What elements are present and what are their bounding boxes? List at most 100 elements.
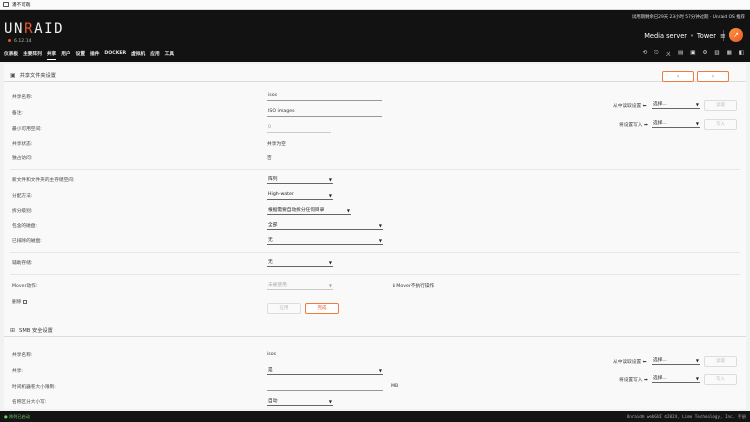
chevron-down-icon: ▼ — [328, 283, 332, 288]
excluded-disks-select[interactable]: 无 ▼ — [267, 237, 383, 245]
folder-icon — [3, 2, 9, 7]
allocation-method-select[interactable]: High-water ▼ — [267, 192, 333, 200]
arrow-left-icon: ⬅ — [642, 104, 647, 109]
help-icon[interactable]: ▦ — [727, 50, 732, 58]
done-button[interactable]: 完成 — [305, 303, 339, 314]
smb-settings-header: ⊞ SMB 安全设置 — [4, 325, 746, 337]
smb-read-button[interactable]: 读取 — [704, 356, 737, 367]
toolbar-icons: ⟲ ⎋ ㄨ ▤ ▣ ⚙ ▥ ▦ ◧ — [643, 50, 744, 58]
feedback-icon[interactable]: ▤ — [678, 50, 683, 58]
trial-notice[interactable]: 试用期剩余已29天 23小时 57分钟过期 · Unraid OS 推荐 — [632, 14, 745, 20]
status-footer: ● 阵列已启动 Unraid® webGUI ©2024, Lime Techn… — [0, 411, 750, 422]
exclusive-access-value: 否 — [267, 156, 272, 161]
copyright[interactable]: Unraid® webGUI ©2024, Lime Technology, I… — [627, 414, 746, 420]
prev-share-button[interactable]: ‹ — [662, 71, 694, 82]
main-nav: 仪表板 主要阵列 共享 用户 设置 插件 DOCKER 虚拟机 应用 工具 — [4, 51, 174, 60]
nav-tools[interactable]: 工具 — [165, 51, 174, 60]
time-machine-limit-field[interactable] — [267, 383, 383, 391]
primary-storage-select[interactable]: 阵列 ▼ — [267, 176, 333, 184]
nav-users[interactable]: 用户 — [61, 51, 70, 60]
chevron-down-icon: ▼ — [346, 208, 350, 213]
split-level-label: 拆分级别: — [12, 209, 33, 214]
comment-field[interactable]: ISO images — [267, 109, 382, 117]
chevron-down-icon: ▼ — [378, 223, 382, 228]
write-button[interactable]: 写入 — [704, 119, 737, 130]
chevron-down-icon: ▼ — [378, 368, 382, 373]
chevron-down-icon: ▼ — [695, 358, 699, 363]
chevron-down-icon: ▼ — [328, 177, 332, 182]
menu-icon[interactable]: ≡ — [720, 32, 726, 40]
next-share-button[interactable]: › — [697, 71, 729, 82]
case-sensitive-label: 名称区分大小写: — [12, 400, 47, 405]
read-settings-select[interactable]: 选择... ▼ — [652, 101, 700, 109]
nav-settings[interactable]: 设置 — [76, 51, 85, 60]
apply-button[interactable]: 应用 — [267, 303, 301, 314]
array-status: ● 阵列已启动 — [4, 413, 30, 419]
share-status-value: 共享为空 — [267, 142, 286, 147]
mover-note: ℹ Mover不执行操作 — [393, 284, 435, 289]
chevron-down-icon: ▼ — [695, 121, 699, 126]
included-disks-select[interactable]: 全部 ▼ — [267, 222, 383, 230]
mb-unit: MB — [391, 384, 399, 389]
refresh-icon[interactable]: ⟲ — [643, 50, 648, 58]
chevron-down-icon: ▼ — [695, 102, 699, 107]
nav-shares[interactable]: 共享 — [46, 51, 57, 60]
nav-vms[interactable]: 虚拟机 — [131, 51, 145, 60]
write-settings-label: 将设置写入 ➡ — [619, 123, 648, 128]
mover-action-select[interactable]: 未被使用 ▼ — [267, 282, 333, 290]
arrow-right-icon: ➡ — [643, 123, 648, 128]
min-free-label: 最小可用空间: — [12, 127, 42, 132]
divider — [10, 274, 740, 275]
share-status-label: 共享状态: — [12, 142, 33, 147]
case-sensitive-select[interactable]: 自动 ▼ — [267, 398, 333, 406]
smb-export-select[interactable]: 是 ▼ — [267, 367, 383, 375]
share-name-field[interactable]: isos — [267, 93, 382, 101]
included-disks-label: 包含的磁盘: — [12, 224, 38, 229]
read-button[interactable]: 读取 — [704, 100, 737, 111]
primary-storage-label: 新文件和文件夹的主存储空间: — [12, 178, 75, 183]
min-free-field[interactable]: 0 — [267, 125, 331, 133]
smb-share-name-value: isos — [267, 352, 277, 357]
exclusive-access-label: 独占访问: — [12, 156, 33, 161]
secondary-storage-label: 辅助存储: — [12, 261, 33, 266]
comment-label: 备注: — [12, 111, 23, 116]
unraid-header: UNRAID 6.12.14 试用期剩余已29天 23小时 57分钟过期 · U… — [0, 10, 750, 62]
arrow-left-icon: ⬅ — [642, 360, 647, 365]
logout-icon[interactable]: ⎋ — [654, 50, 658, 58]
smb-export-label: 共享: — [12, 369, 23, 374]
smb-write-settings-label: 将设置写入 ➡ — [619, 378, 648, 383]
info-icon[interactable]: ⚙ — [702, 50, 707, 58]
chevron-down-icon: ▼ — [378, 238, 382, 243]
windows-icon: ⊞ — [10, 327, 16, 334]
allocation-method-label: 分配方法: — [12, 194, 33, 199]
smb-read-settings-select[interactable]: 选择... ▼ — [652, 357, 700, 365]
excluded-disks-label: 已排除的磁盘: — [12, 239, 42, 244]
monitor-icon[interactable]: ▣ — [690, 50, 695, 58]
time-machine-limit-label: 时间机器卷大小限制: — [12, 385, 56, 390]
server-name[interactable]: Media server • Tower — [644, 32, 716, 40]
nav-apps[interactable]: 应用 — [150, 51, 159, 60]
nav-main[interactable]: 主要阵列 — [23, 51, 42, 60]
unraid-logo[interactable]: UNRAID — [4, 21, 64, 37]
share-icon: ▣ — [10, 72, 16, 79]
delete-checkbox[interactable] — [23, 299, 28, 304]
smb-write-button[interactable]: 写入 — [704, 374, 737, 385]
log-icon[interactable]: ▥ — [714, 50, 719, 58]
bell-icon[interactable]: ◧ — [739, 50, 744, 58]
smb-write-settings-select[interactable]: 选择... ▼ — [652, 375, 700, 383]
terminal-icon[interactable]: ㄨ — [666, 50, 672, 58]
os-title-bar: 潘不可踹 — [0, 0, 750, 10]
section-title: SMB 安全设置 — [19, 328, 53, 334]
section-title: 共享文件夹设置 — [19, 73, 56, 79]
nav-docker[interactable]: DOCKER — [104, 51, 126, 60]
read-settings-label: 从中读取设置 ⬅ — [613, 104, 647, 109]
nav-plugins[interactable]: 插件 — [90, 51, 99, 60]
delete-label: 删除 — [12, 299, 28, 305]
secondary-storage-select[interactable]: 无 ▼ — [267, 259, 333, 267]
account-orb-icon[interactable]: ↗ — [729, 28, 743, 42]
divider — [10, 169, 740, 170]
mover-action-label: Mover动作: — [12, 284, 38, 289]
write-settings-select[interactable]: 选择... ▼ — [652, 120, 700, 128]
nav-dashboard[interactable]: 仪表板 — [4, 51, 18, 60]
split-level-select[interactable]: 根据需要自动拆分任何目录 ▼ — [267, 207, 351, 215]
